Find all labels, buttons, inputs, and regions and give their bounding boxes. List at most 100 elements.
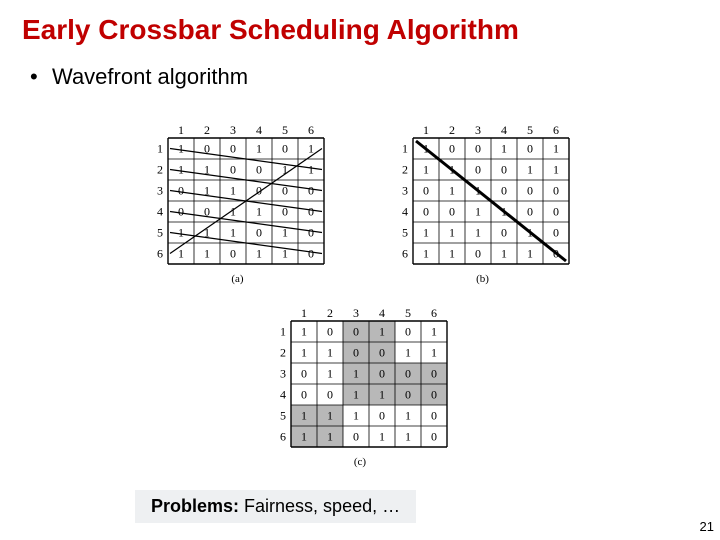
svg-text:0: 0 (501, 184, 507, 198)
bullet-text: Wavefront algorithm (52, 64, 248, 89)
svg-text:6: 6 (280, 430, 286, 444)
svg-text:3: 3 (475, 123, 481, 137)
svg-text:1: 1 (379, 388, 385, 402)
svg-text:0: 0 (379, 346, 385, 360)
svg-text:5: 5 (405, 306, 411, 320)
figure-a-label: (a) (140, 273, 335, 285)
figure-c-label: (c) (263, 456, 458, 468)
svg-text:0: 0 (431, 409, 437, 423)
svg-text:1: 1 (301, 409, 307, 423)
svg-text:1: 1 (423, 163, 429, 177)
svg-text:1: 1 (327, 409, 333, 423)
svg-text:1: 1 (379, 430, 385, 444)
svg-text:4: 4 (379, 306, 385, 320)
svg-text:1: 1 (405, 430, 411, 444)
svg-text:1: 1 (501, 142, 507, 156)
svg-text:1: 1 (353, 367, 359, 381)
svg-text:1: 1 (379, 325, 385, 339)
svg-text:1: 1 (475, 205, 481, 219)
svg-text:0: 0 (553, 226, 559, 240)
svg-text:1: 1 (230, 184, 236, 198)
svg-text:0: 0 (449, 142, 455, 156)
bullet-marker: • (30, 64, 52, 90)
svg-text:6: 6 (157, 247, 163, 261)
svg-text:1: 1 (256, 247, 262, 261)
svg-text:2: 2 (449, 123, 455, 137)
svg-text:1: 1 (475, 226, 481, 240)
svg-text:0: 0 (353, 346, 359, 360)
svg-text:1: 1 (449, 226, 455, 240)
svg-text:0: 0 (353, 325, 359, 339)
svg-text:0: 0 (449, 205, 455, 219)
svg-text:0: 0 (230, 247, 236, 261)
svg-text:0: 0 (501, 163, 507, 177)
svg-text:1: 1 (327, 430, 333, 444)
svg-text:1: 1 (256, 142, 262, 156)
figure-area: 1 2 3 4 5 6 1 2 3 4 5 6 1 0 0 1 0 1 1 1 0 0 1 1 0 1 1 0 0 0 0 0 1 1 0 0 1 1 1 0… (100, 120, 620, 468)
svg-text:4: 4 (157, 205, 163, 219)
svg-text:5: 5 (157, 226, 163, 240)
svg-text:0: 0 (501, 226, 507, 240)
svg-text:0: 0 (301, 367, 307, 381)
svg-text:1: 1 (327, 346, 333, 360)
svg-text:2: 2 (327, 306, 333, 320)
svg-text:2: 2 (402, 163, 408, 177)
svg-text:0: 0 (423, 184, 429, 198)
svg-text:3: 3 (402, 184, 408, 198)
svg-text:1: 1 (308, 142, 314, 156)
svg-text:0: 0 (527, 142, 533, 156)
svg-text:1: 1 (553, 163, 559, 177)
svg-text:1: 1 (527, 247, 533, 261)
svg-text:0: 0 (353, 430, 359, 444)
svg-text:0: 0 (327, 325, 333, 339)
svg-text:4: 4 (256, 123, 262, 137)
bullet-item: •Wavefront algorithm (0, 46, 720, 90)
svg-text:1: 1 (327, 367, 333, 381)
svg-text:1: 1 (405, 409, 411, 423)
svg-text:0: 0 (527, 205, 533, 219)
svg-text:1: 1 (353, 388, 359, 402)
svg-text:0: 0 (178, 205, 184, 219)
svg-text:1: 1 (178, 247, 184, 261)
svg-text:5: 5 (282, 123, 288, 137)
svg-text:0: 0 (308, 184, 314, 198)
svg-text:1: 1 (527, 163, 533, 177)
svg-text:3: 3 (230, 123, 236, 137)
svg-text:6: 6 (431, 306, 437, 320)
svg-text:0: 0 (527, 184, 533, 198)
svg-text:2: 2 (204, 123, 210, 137)
svg-text:1: 1 (256, 205, 262, 219)
svg-text:3: 3 (280, 367, 286, 381)
svg-text:1: 1 (405, 346, 411, 360)
svg-text:0: 0 (431, 430, 437, 444)
svg-text:5: 5 (527, 123, 533, 137)
svg-text:0: 0 (423, 205, 429, 219)
svg-text:1: 1 (280, 325, 286, 339)
figure-c: 1234561234561001011100110110000011001110… (263, 303, 458, 468)
svg-text:1: 1 (431, 325, 437, 339)
svg-text:1: 1 (423, 226, 429, 240)
svg-text:0: 0 (405, 325, 411, 339)
svg-text:5: 5 (402, 226, 408, 240)
svg-text:3: 3 (157, 184, 163, 198)
svg-text:1: 1 (301, 430, 307, 444)
svg-text:0: 0 (405, 367, 411, 381)
page-number: 21 (700, 519, 714, 534)
problems-callout: Problems: Fairness, speed, … (135, 490, 416, 523)
svg-text:0: 0 (475, 142, 481, 156)
svg-text:1: 1 (301, 325, 307, 339)
svg-text:1: 1 (431, 346, 437, 360)
svg-text:1: 1 (501, 247, 507, 261)
svg-text:0: 0 (230, 163, 236, 177)
svg-text:0: 0 (379, 409, 385, 423)
svg-text:1: 1 (178, 163, 184, 177)
svg-text:6: 6 (553, 123, 559, 137)
figure-a: 1234561234561001011100110110000011001110… (140, 120, 335, 285)
svg-text:1: 1 (308, 163, 314, 177)
svg-text:1: 1 (230, 226, 236, 240)
svg-text:0: 0 (308, 205, 314, 219)
svg-text:0: 0 (308, 247, 314, 261)
svg-text:0: 0 (475, 247, 481, 261)
svg-text:2: 2 (157, 163, 163, 177)
svg-text:0: 0 (379, 367, 385, 381)
